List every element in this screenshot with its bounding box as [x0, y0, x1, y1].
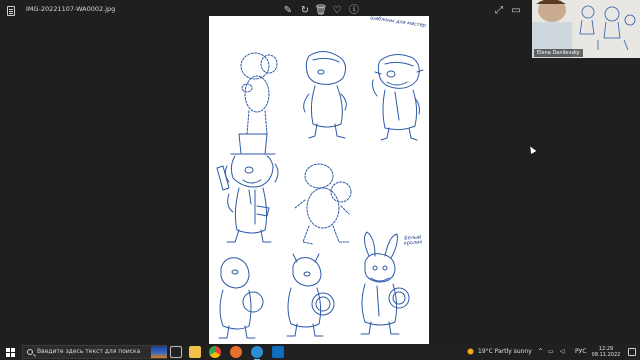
character-sketch-hatter [216, 133, 279, 243]
browser-icon[interactable] [230, 346, 242, 358]
notification-icon[interactable] [628, 348, 636, 356]
expand-icon[interactable]: ⤢ [492, 4, 506, 18]
language-indicator[interactable]: РУС [575, 348, 586, 355]
start-icon[interactable] [6, 348, 15, 357]
character-sketch-3 [372, 54, 424, 141]
sheet-note-rabbit: Белый кролик [403, 234, 423, 247]
taskbar: Введите здесь текст для поиска 19°C Part… [0, 344, 640, 360]
construction-sketch-4 [294, 163, 352, 245]
mail-icon[interactable] [272, 346, 284, 358]
character-sketch-5 [218, 257, 264, 339]
clock-date: 08.11.2022 [591, 352, 621, 358]
character-sketch-rabbit [360, 231, 410, 335]
file-name: IMG-20221107-WA0002.jpg [26, 5, 116, 13]
mouse-cursor [527, 144, 537, 155]
clock[interactable]: 12:29 08.11.2022 [590, 346, 622, 358]
photo-canvas: шаблоны для мастер Белый кролик [209, 16, 429, 344]
participant-name: Elena Danilevsky [534, 49, 583, 57]
weather-text[interactable]: 19°C Partly sunny [478, 348, 532, 355]
volume-icon[interactable]: ◁ [560, 348, 565, 355]
sketch-drawing [216, 51, 424, 339]
network-icon[interactable]: ▭ [548, 348, 554, 355]
file-icon [7, 6, 15, 16]
construction-sketch-1 [240, 52, 278, 135]
search-placeholder: Введите здесь текст для поиска [37, 348, 141, 355]
edge-icon[interactable] [251, 346, 263, 360]
search-highlight-image [151, 346, 167, 358]
task-view-icon[interactable] [170, 346, 182, 358]
search-icon [27, 349, 33, 355]
file-explorer-icon[interactable] [189, 346, 201, 358]
chrome-icon[interactable] [209, 346, 221, 358]
taskbar-search[interactable]: Введите здесь текст для поиска [22, 345, 167, 359]
window-icon[interactable]: ▭ [509, 4, 523, 18]
character-sketch-6 [286, 253, 335, 337]
character-sketch-2 [303, 51, 347, 139]
webcam-overlay: Elena Danilevsky [532, 0, 640, 58]
weather-sun-icon [467, 348, 474, 355]
tray-chevron-icon[interactable]: ^ [538, 348, 543, 355]
